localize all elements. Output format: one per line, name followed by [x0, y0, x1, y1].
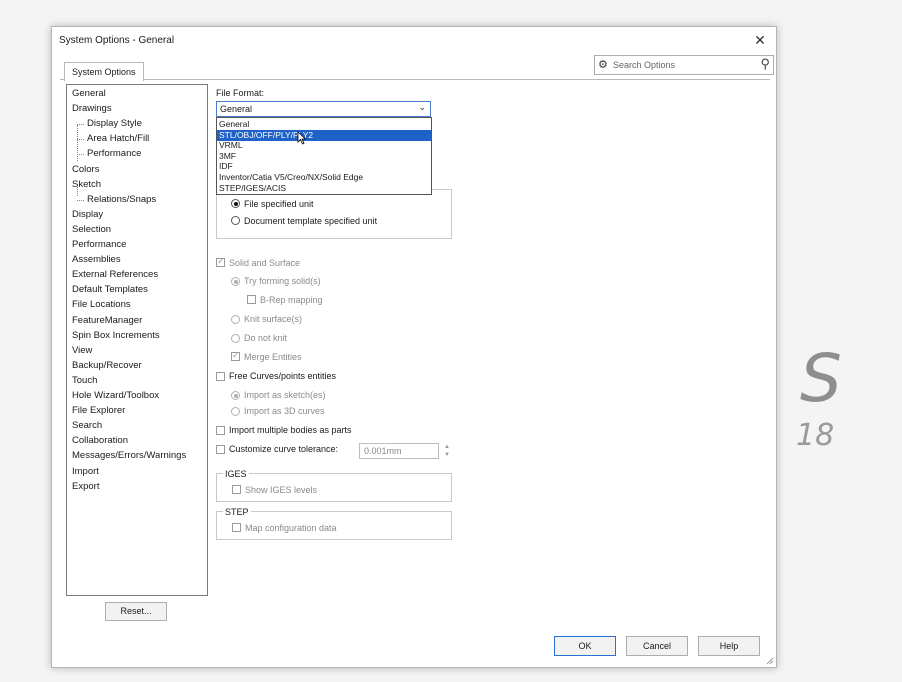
tree-item[interactable]: Relations/Snaps	[87, 194, 156, 205]
tree-connector	[77, 139, 84, 141]
search-options-input[interactable]: ⚙ Search Options ⚲	[594, 55, 774, 75]
document-template-unit-radio[interactable]	[231, 216, 240, 225]
tree-item[interactable]: Touch	[72, 375, 97, 386]
window-title: System Options - General	[59, 35, 175, 46]
tree-item[interactable]: Performance	[72, 239, 126, 250]
tree-item[interactable]: Colors	[72, 164, 99, 175]
brep-mapping-checkbox[interactable]	[247, 295, 256, 304]
file-format-value: General	[220, 104, 253, 114]
merge-entities-checkbox[interactable]	[231, 350, 240, 361]
tree-item[interactable]: External References	[72, 269, 158, 280]
do-not-knit-radio[interactable]	[231, 334, 240, 343]
tree-item[interactable]: Drawings	[72, 103, 112, 114]
title-bar: System Options - General ✕	[52, 27, 776, 53]
merge-entities-label: Merge Entities	[244, 352, 302, 362]
import-multiple-bodies-label: Import multiple bodies as parts	[229, 425, 352, 435]
file-format-option[interactable]: IDF	[217, 161, 431, 172]
import-multiple-bodies-checkbox[interactable]	[216, 426, 225, 435]
file-format-option[interactable]: 3MF	[217, 151, 431, 162]
curve-tolerance-stepper[interactable]: ▲ ▼	[442, 443, 452, 459]
brand-year: 18	[796, 418, 835, 453]
file-format-option[interactable]: STL/OBJ/OFF/PLY/PLY2	[217, 129, 431, 141]
tree-connector	[77, 154, 84, 156]
tree-item[interactable]: Assemblies	[72, 254, 121, 265]
try-forming-solids-radio[interactable]	[231, 277, 240, 286]
tree-item[interactable]: File Locations	[72, 299, 131, 310]
search-icon[interactable]: ⚲	[760, 56, 770, 72]
tab-label: System Options	[72, 67, 136, 77]
document-template-unit-label: Document template specified unit	[244, 216, 378, 226]
tree-item[interactable]: Messages/Errors/Warnings	[72, 450, 186, 461]
tree-item[interactable]: File Explorer	[72, 405, 125, 416]
customize-curve-tolerance-checkbox[interactable]	[216, 445, 225, 454]
mouse-cursor-icon	[297, 131, 307, 145]
tree-connector	[77, 199, 84, 201]
knit-surfaces-label: Knit surface(s)	[244, 314, 303, 324]
tree-connector	[77, 125, 78, 161]
search-placeholder: Search Options	[613, 60, 676, 70]
tree-item[interactable]: Selection	[72, 224, 111, 235]
units-group	[216, 189, 452, 239]
cancel-button[interactable]: Cancel	[626, 636, 688, 656]
import-as-sketch-radio[interactable]	[231, 391, 240, 400]
file-format-option[interactable]: Inventor/Catia V5/Creo/NX/Solid Edge	[217, 172, 431, 183]
brep-mapping-label: B-Rep mapping	[260, 295, 323, 305]
tree-item[interactable]: FeatureManager	[72, 315, 142, 326]
tree-item[interactable]: Search	[72, 420, 102, 431]
free-curves-label: Free Curves/points entities	[229, 371, 337, 381]
tree-item[interactable]: Backup/Recover	[72, 360, 142, 371]
tree-item[interactable]: Collaboration	[72, 435, 128, 446]
import-as-3d-curves-label: Import as 3D curves	[244, 406, 325, 416]
file-format-option[interactable]: STEP/IGES/ACIS	[217, 183, 431, 194]
ok-button[interactable]: OK	[554, 636, 616, 656]
help-button[interactable]: Help	[698, 636, 760, 656]
customize-curve-tolerance-label: Customize curve tolerance:	[229, 444, 339, 454]
file-format-dropdown: General STL/OBJ/OFF/PLY/PLY2 VRML 3MF IDF Inv…	[216, 117, 432, 195]
file-specified-unit-radio[interactable]	[231, 199, 240, 208]
reset-button[interactable]: Reset...	[105, 602, 167, 621]
tree-item[interactable]: Performance	[87, 148, 141, 159]
iges-group-title: IGES	[223, 469, 249, 479]
tree-item[interactable]: Display Style	[87, 118, 142, 129]
tree-item[interactable]: Import	[72, 466, 99, 477]
map-configuration-checkbox[interactable]	[232, 523, 241, 532]
gear-icon: ⚙	[598, 59, 608, 71]
file-format-label: File Format:	[216, 88, 265, 98]
free-curves-checkbox[interactable]	[216, 372, 225, 381]
tree-connector	[77, 124, 84, 126]
import-as-3d-curves-radio[interactable]	[231, 407, 240, 416]
tree-item[interactable]: Area Hatch/Fill	[87, 133, 149, 144]
brand-letter: S	[800, 340, 842, 417]
file-format-select[interactable]: General ⌄	[216, 101, 431, 117]
options-tree: General Drawings Display Style Area Hatch/F…	[66, 84, 208, 596]
solid-and-surface-label: Solid and Surface	[229, 258, 301, 268]
chevron-down-icon[interactable]: ⌄	[418, 102, 426, 113]
map-configuration-label: Map configuration data	[245, 523, 337, 533]
resize-grip-icon[interactable]	[766, 657, 774, 665]
curve-tolerance-value: 0.001mm	[364, 446, 402, 456]
tree-item[interactable]: Display	[72, 209, 103, 220]
try-forming-solids-label: Try forming solid(s)	[244, 276, 321, 286]
tab-system-options[interactable]: System Options	[64, 62, 144, 81]
knit-surfaces-radio[interactable]	[231, 315, 240, 324]
tree-item[interactable]: View	[72, 345, 92, 356]
tree-item[interactable]: Default Templates	[72, 284, 148, 295]
file-format-option[interactable]: General	[217, 119, 431, 130]
curve-tolerance-input[interactable]: 0.001mm	[359, 443, 439, 459]
tree-item[interactable]: Spin Box Increments	[72, 330, 160, 341]
import-as-sketch-label: Import as sketch(es)	[244, 390, 326, 400]
tree-item[interactable]: General	[72, 88, 106, 99]
do-not-knit-label: Do not knit	[244, 333, 288, 343]
tree-item[interactable]: Hole Wizard/Toolbox	[72, 390, 159, 401]
step-group-title: STEP	[223, 507, 251, 517]
show-iges-levels-checkbox[interactable]	[232, 485, 241, 494]
system-options-dialog: System Options - General ✕ System Option…	[51, 26, 777, 668]
tree-item[interactable]: Export	[72, 481, 99, 492]
close-icon[interactable]: ✕	[750, 30, 770, 50]
tree-item[interactable]: Sketch	[72, 179, 101, 190]
file-specified-unit-label: File specified unit	[244, 199, 314, 209]
solid-and-surface-checkbox[interactable]	[216, 256, 225, 267]
show-iges-levels-label: Show IGES levels	[245, 485, 318, 495]
file-format-option[interactable]: VRML	[217, 140, 431, 151]
